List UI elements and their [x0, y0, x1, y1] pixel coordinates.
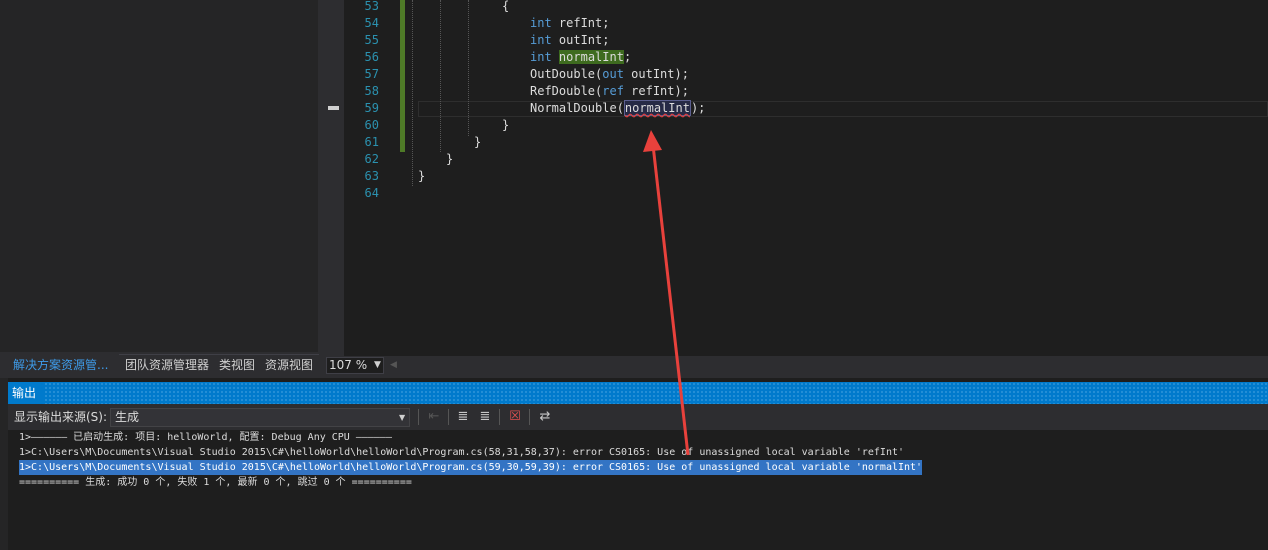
- annotation-arrow-line: [651, 144, 690, 456]
- annotation-arrow-head: [643, 130, 662, 152]
- annotation-arrow: [643, 130, 690, 456]
